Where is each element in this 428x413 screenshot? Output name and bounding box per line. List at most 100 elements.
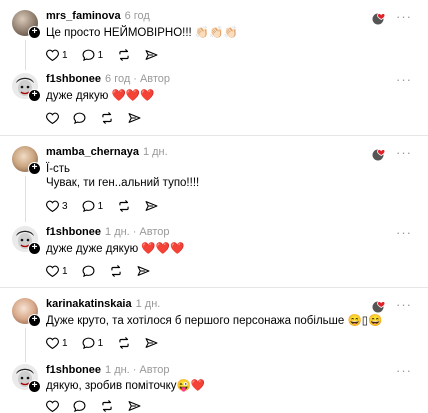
more-options-button[interactable]: ··· <box>396 9 412 24</box>
author-separator: · <box>132 226 137 238</box>
comment-text: дуже дуже дякую ❤️❤️❤️ <box>46 243 185 255</box>
like-button[interactable]: 1 <box>46 337 68 349</box>
reply-count: 1 <box>97 337 104 349</box>
timestamp: 1 дн. <box>105 226 130 238</box>
comment-bubble-icon <box>82 200 95 212</box>
follow-plus-icon[interactable]: + <box>28 89 41 102</box>
like-count: 1 <box>62 337 68 349</box>
comment-bubble-icon <box>82 49 95 61</box>
like-button[interactable] <box>46 400 59 412</box>
author-badge: Автор <box>139 364 170 376</box>
like-count: 1 <box>62 265 68 277</box>
send-icon <box>145 201 158 211</box>
comment-text: Це просто НЕЙМОВІРНО!!! 👏🏻👏🏻👏🏻 <box>46 27 238 39</box>
repost-button[interactable] <box>109 265 123 277</box>
author-separator: · <box>133 73 137 85</box>
comment-text-line-1: Ї-сть <box>46 163 71 175</box>
timestamp: 6 год <box>105 73 131 85</box>
author-badge: Автор <box>139 226 170 238</box>
timestamp: 1 дн. <box>135 298 161 310</box>
more-options-button[interactable]: ··· <box>396 297 412 312</box>
reply-button[interactable] <box>82 265 95 277</box>
author-liked-icon <box>372 301 386 313</box>
send-icon <box>128 113 141 123</box>
username[interactable]: f1shbonee <box>46 364 101 376</box>
send-icon <box>145 338 158 348</box>
follow-plus-icon[interactable]: + <box>28 162 41 175</box>
share-button[interactable] <box>128 112 141 124</box>
reply-button[interactable]: 1 <box>82 49 104 61</box>
username[interactable]: f1shbonee <box>46 226 101 238</box>
like-count: 1 <box>62 49 68 61</box>
follow-plus-icon[interactable]: + <box>28 26 41 39</box>
reply-count: 1 <box>97 200 104 212</box>
repost-icon <box>102 400 112 412</box>
more-options-button[interactable]: ··· <box>396 72 412 87</box>
author-separator: · <box>132 364 137 376</box>
username[interactable]: f1shbonee <box>46 73 101 85</box>
comment-header: f1shbonee 1 дн. · Автор <box>46 364 170 376</box>
more-options-button[interactable]: ··· <box>396 363 412 378</box>
repost-icon <box>110 265 121 277</box>
comment-actions <box>46 399 155 413</box>
follow-plus-icon[interactable]: + <box>28 380 41 393</box>
repost-icon <box>102 112 112 124</box>
comment-actions: 1 <box>46 264 164 278</box>
reply-button[interactable] <box>73 400 86 412</box>
heart-icon <box>46 337 59 349</box>
timestamp: 1 дн. <box>105 364 130 376</box>
reply-button[interactable]: 1 <box>82 200 104 212</box>
share-button[interactable] <box>145 200 158 212</box>
comment-header: mamba_chernaya 1 дн. <box>46 146 168 158</box>
comment-text: дякую, зробив поміточку😜❤️ <box>46 380 206 392</box>
thread-line <box>25 176 26 222</box>
repost-button[interactable] <box>100 112 114 124</box>
username[interactable]: mrs_faminova <box>46 10 121 22</box>
share-button[interactable] <box>128 400 141 412</box>
heart-icon <box>46 112 59 124</box>
author-liked-icon <box>372 13 386 25</box>
repost-button[interactable] <box>100 400 114 412</box>
comment-header: f1shbonee 1 дн. · Автор <box>46 226 170 238</box>
heart-icon <box>46 49 59 61</box>
comment-header: karinakatinskaia 1 дн. <box>46 298 160 310</box>
reply-button[interactable] <box>73 112 86 124</box>
comment-bubble-icon <box>73 112 86 124</box>
reply-button[interactable]: 1 <box>82 337 104 349</box>
repost-icon <box>119 49 129 61</box>
comment-actions: 3 1 <box>46 199 172 213</box>
divider <box>0 287 428 288</box>
send-icon <box>137 266 150 276</box>
author-liked-icon <box>372 149 386 161</box>
comment-text: дуже дякую ❤️❤️❤️ <box>46 90 155 102</box>
timestamp: 6 год <box>124 10 150 22</box>
share-button[interactable] <box>137 265 150 277</box>
repost-button[interactable] <box>117 200 131 212</box>
comment-text: Дуже круто, та хотілося б першого персон… <box>46 315 383 327</box>
send-icon <box>128 401 141 411</box>
send-icon <box>145 50 158 60</box>
repost-button[interactable] <box>117 49 131 61</box>
share-button[interactable] <box>145 49 158 61</box>
comment-bubble-icon <box>82 265 95 277</box>
repost-button[interactable] <box>117 337 131 349</box>
thread-line <box>25 328 26 362</box>
timestamp: 1 дн. <box>142 146 168 158</box>
repost-icon <box>119 337 129 349</box>
like-button[interactable]: 1 <box>46 49 68 61</box>
like-button[interactable]: 1 <box>46 265 68 277</box>
comment-actions <box>46 111 155 125</box>
username[interactable]: mamba_chernaya <box>46 146 139 158</box>
heart-icon <box>46 265 59 277</box>
more-options-button[interactable]: ··· <box>396 225 412 240</box>
comment-actions: 1 1 <box>46 336 172 350</box>
follow-plus-icon[interactable]: + <box>28 242 41 255</box>
more-options-button[interactable]: ··· <box>396 145 412 160</box>
like-button[interactable]: 3 <box>46 200 68 212</box>
like-button[interactable] <box>46 112 59 124</box>
follow-plus-icon[interactable]: + <box>28 314 41 327</box>
share-button[interactable] <box>145 337 158 349</box>
reply-count: 1 <box>97 49 104 61</box>
repost-icon <box>119 200 129 212</box>
username[interactable]: karinakatinskaia <box>46 298 132 310</box>
